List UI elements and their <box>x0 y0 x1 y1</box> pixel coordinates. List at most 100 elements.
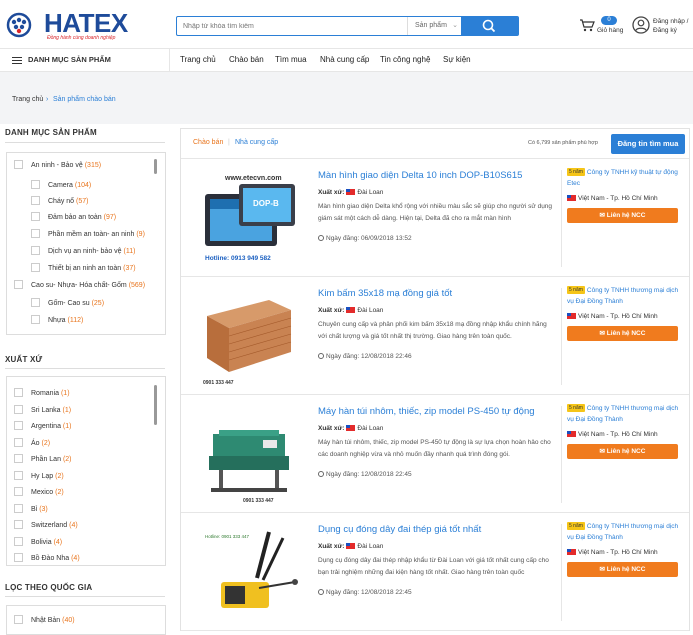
checkbox[interactable] <box>14 160 23 169</box>
origin-item[interactable]: Bồ Đào Nha (4) <box>14 553 80 563</box>
checkbox[interactable] <box>14 438 23 447</box>
contact-supplier-button[interactable]: ✉ Liên hệ NCC <box>567 562 678 577</box>
checkbox[interactable] <box>14 520 23 529</box>
origin-label: Mexico <box>31 489 54 496</box>
category-item[interactable]: Gốm- Cao su (25) <box>31 298 104 308</box>
nav-item-offers[interactable]: Chào bán <box>229 55 264 64</box>
location-text: Việt Nam - Tp. Hồ Chí Minh <box>578 313 658 320</box>
supplier-location: Việt Nam - Tp. Hồ Chí Minh <box>567 195 658 202</box>
logo-slogan: Đồng hành cùng doanh nghiệp <box>47 35 116 41</box>
site-logo[interactable]: HATEX Đồng hành cùng doanh nghiệp <box>6 8 134 42</box>
category-item[interactable]: Thiết bị an ninh an toàn (37) <box>31 263 136 273</box>
scrollbar-thumb[interactable] <box>154 385 157 425</box>
nav-item-tech-news[interactable]: Tin công nghệ <box>380 55 430 64</box>
country-count: (40) <box>62 617 75 624</box>
category-item[interactable]: An ninh - Bảo vệ (315) <box>14 160 101 170</box>
origin-item[interactable]: Argentina (1) <box>14 421 71 431</box>
product-image[interactable]: 0901 333 447 <box>199 286 301 388</box>
product-image[interactable]: www.etecvn.com DOP-B Hotline: 0913 949 5… <box>199 168 301 270</box>
category-filter-list[interactable]: An ninh - Bảo vệ (315) Camera (104) Cháy… <box>6 152 166 335</box>
checkbox[interactable] <box>14 487 23 496</box>
contact-supplier-button[interactable]: ✉ Liên hệ NCC <box>567 208 678 223</box>
checkbox[interactable] <box>31 298 40 307</box>
date-text: Ngày đăng: 06/09/2018 13:52 <box>326 235 412 242</box>
checkbox[interactable] <box>31 229 40 238</box>
product-title[interactable]: Kim bấm 35x18 mạ đồng giá tốt <box>318 288 452 299</box>
category-item[interactable]: Đảm bảo an toàn (97) <box>31 212 116 222</box>
nav-item-home[interactable]: Trang chủ <box>180 55 216 64</box>
checkbox[interactable] <box>14 421 23 430</box>
category-item[interactable]: Cao su- Nhựa- Hóa chất- Gốm (569) <box>14 280 145 290</box>
origin-count: (1) <box>62 423 72 430</box>
checkbox[interactable] <box>31 315 40 324</box>
account-menu[interactable]: Đăng nhập / Đăng ký <box>632 16 692 38</box>
origin-item[interactable]: Bỉ (3) <box>14 504 48 514</box>
checkbox[interactable] <box>31 263 40 272</box>
breadcrumb-home[interactable]: Trang chủ <box>12 96 43 103</box>
tab-offers[interactable]: Chào bán <box>193 139 223 146</box>
login-link[interactable]: Đăng nhập / <box>653 18 688 25</box>
origin-item[interactable]: Phần Lan (2) <box>14 454 72 464</box>
origin-item[interactable]: Sri Lanka (1) <box>14 405 71 415</box>
checkbox[interactable] <box>14 537 23 546</box>
product-title[interactable]: Màn hình giao diện Delta 10 inch DOP-B10… <box>318 170 522 181</box>
category-item[interactable]: Cháy nổ (57) <box>31 196 88 206</box>
tab-suppliers[interactable]: Nhà cung cấp <box>235 139 278 146</box>
checkbox[interactable] <box>14 405 23 414</box>
origin-item[interactable]: Bolivia (4) <box>14 537 62 547</box>
checkbox[interactable] <box>14 615 23 624</box>
contact-supplier-button[interactable]: ✉ Liên hệ NCC <box>567 326 678 341</box>
product-title[interactable]: Máy hàn túi nhôm, thiếc, zip model PS-45… <box>318 406 535 417</box>
checkbox[interactable] <box>31 196 40 205</box>
origin-item[interactable]: Áo (2) <box>14 438 50 448</box>
supplier-name[interactable]: 5 năm Công ty TNHH thương mại dịch vụ Đại… <box>567 522 685 543</box>
register-link[interactable]: Đăng ký <box>653 27 677 34</box>
category-menu-button[interactable]: DANH MỤC SẢN PHẨM <box>0 49 170 71</box>
category-item[interactable]: Nhựa (112) <box>31 315 83 325</box>
origin-item[interactable]: Switzerland (4) <box>14 520 78 530</box>
nav-item-buy[interactable]: Tìm mua <box>275 55 307 64</box>
checkbox[interactable] <box>14 504 23 513</box>
product-image[interactable]: Hotline: 0901 333 447 <box>199 522 301 624</box>
category-item[interactable]: Camera (104) <box>31 180 91 190</box>
checkbox[interactable] <box>31 212 40 221</box>
supplier-name[interactable]: 5 năm Công ty TNHH kỹ thuật tự động Etec <box>567 168 685 189</box>
category-item[interactable]: Phần mềm an toàn- an ninh (9) <box>31 229 145 239</box>
checkbox[interactable] <box>14 388 23 397</box>
contact-supplier-button[interactable]: ✉ Liên hệ NCC <box>567 444 678 459</box>
scrollbar-thumb[interactable] <box>154 159 157 174</box>
search-type-select[interactable]: Sản phẩm ⌄ <box>407 17 464 35</box>
cart-button[interactable]: 0 Giỏ hàng <box>579 16 627 38</box>
origin-label: Phần Lan <box>31 456 61 463</box>
origin-item[interactable]: Romania (1) <box>14 388 70 398</box>
nav-item-suppliers[interactable]: Nhà cung cấp <box>320 55 369 64</box>
staples-image: 0901 333 447 <box>199 286 301 388</box>
origin-value: Đài Loan <box>357 425 384 432</box>
category-item[interactable]: Dịch vụ an ninh- bảo vệ (11) <box>31 246 135 256</box>
checkbox[interactable] <box>14 454 23 463</box>
supplier-name[interactable]: 5 năm Công ty TNHH thương mại dịch vụ Đại… <box>567 404 685 425</box>
product-title[interactable]: Dụng cụ đóng dây đai thép giá tốt nhất <box>318 524 481 535</box>
checkbox[interactable] <box>31 180 40 189</box>
checkbox[interactable] <box>31 246 40 255</box>
breadcrumb: Trang chủ › Sản phẩm chào bán <box>0 72 693 124</box>
clock-icon <box>318 235 324 241</box>
origin-filter-list[interactable]: Romania (1) Sri Lanka (1) Argentina (1) … <box>6 376 166 566</box>
checkbox[interactable] <box>14 280 23 289</box>
origin-value: Đài Loan <box>357 189 384 196</box>
search-button[interactable] <box>461 16 518 36</box>
origin-item[interactable]: Mexico (2) <box>14 487 64 497</box>
origin-item[interactable]: Hy Lạp (2) <box>14 471 64 481</box>
category-label: An ninh - Bảo vệ <box>31 162 83 169</box>
checkbox[interactable] <box>14 471 23 480</box>
nav-item-events[interactable]: Sự kiện <box>443 55 471 64</box>
product-card: www.etecvn.com DOP-B Hotline: 0913 949 5… <box>181 160 689 277</box>
post-buy-request-button[interactable]: Đăng tin tìm mua <box>611 134 685 154</box>
search-bar: Sản phẩm ⌄ <box>176 16 519 36</box>
checkbox[interactable] <box>14 553 23 562</box>
supplier-name[interactable]: 5 năm Công ty TNHH thương mại dịch vụ Đại… <box>567 286 685 307</box>
country-item[interactable]: Nhật Bản (40) <box>14 615 75 625</box>
search-input[interactable] <box>183 17 408 35</box>
breadcrumb-current[interactable]: Sản phẩm chào bán <box>53 96 116 103</box>
product-image[interactable]: 0901 333 447 <box>199 404 301 506</box>
